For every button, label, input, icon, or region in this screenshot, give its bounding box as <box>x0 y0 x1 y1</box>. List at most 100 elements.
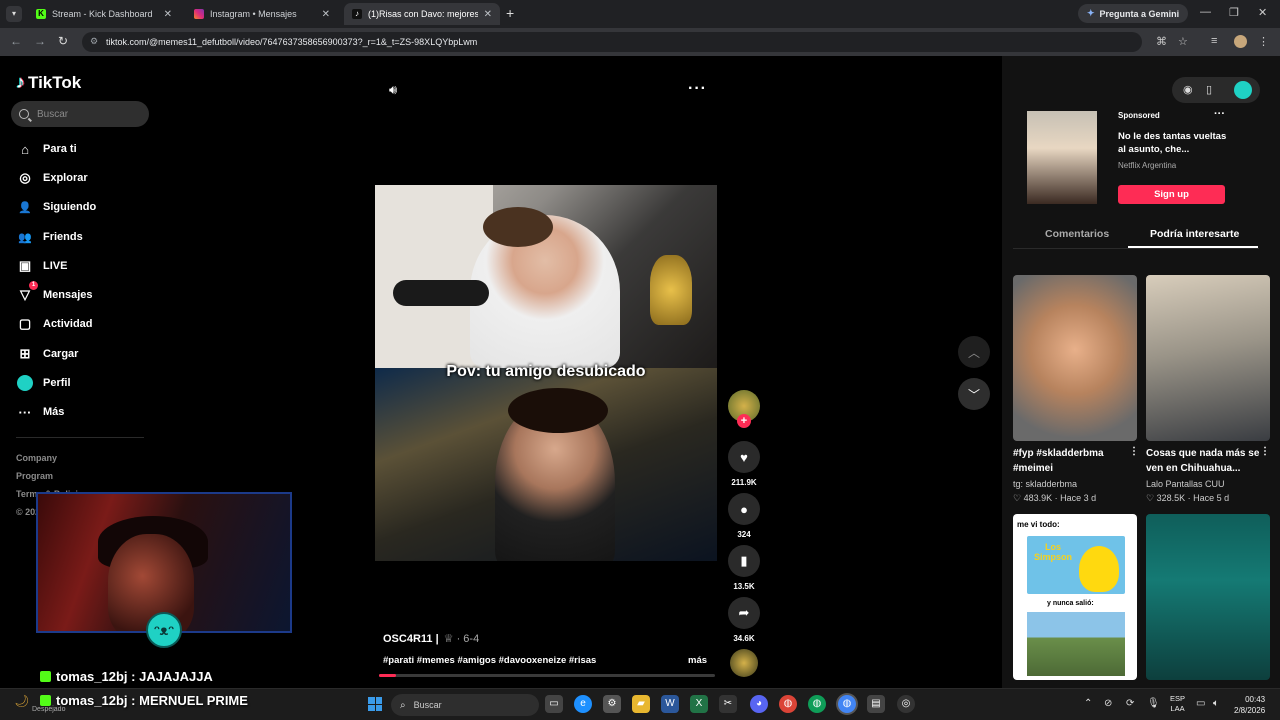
ad-menu-icon[interactable]: ··· <box>1214 108 1225 120</box>
tray-network-off-icon[interactable]: ⊘ <box>1104 698 1112 709</box>
obs-icon[interactable]: ◎ <box>897 695 915 713</box>
card-title[interactable]: #fyp #skladderbma #meimei <box>1013 446 1131 476</box>
close-tab-icon[interactable]: ✕ <box>484 9 492 20</box>
close-tab-icon[interactable]: ✕ <box>322 9 330 20</box>
store-icon[interactable]: ▤ <box>867 695 885 713</box>
tray-volume-icon[interactable]: 🔈︎ <box>1213 698 1219 709</box>
taskbar-search[interactable]: ⌕ Buscar <box>391 694 539 716</box>
simpsons-image: Los Simpson <box>1027 536 1125 594</box>
comment-button[interactable]: ● 324 <box>726 493 762 539</box>
close-tab-icon[interactable]: ✕ <box>164 9 172 20</box>
sidebar-item-perfil[interactable]: Perfil <box>16 373 71 393</box>
browser-profile-avatar[interactable] <box>1234 35 1247 48</box>
card-author[interactable]: Lalo Pantallas CUU <box>1146 479 1225 489</box>
ad-title[interactable]: No le des tantas vueltas al asunto, che.… <box>1118 130 1228 156</box>
sidebar-item-live[interactable]: ▣ LIVE <box>16 256 68 276</box>
tray-mic-icon[interactable]: 🎙︎ <box>1147 698 1160 709</box>
video-card-thumbnail[interactable] <box>1013 275 1137 441</box>
file-explorer-icon[interactable]: ▰ <box>632 695 650 713</box>
footer-link-company[interactable]: Company <box>16 449 88 467</box>
chrome-active-icon[interactable]: ◍ <box>838 695 856 713</box>
user-avatar[interactable] <box>1234 81 1252 99</box>
address-bar[interactable]: ⚙ tiktok.com/@memes11_defutboll/video/76… <box>82 32 1142 52</box>
chrome-icon[interactable]: ◍ <box>808 695 826 713</box>
ad-thumbnail[interactable] <box>1027 111 1097 204</box>
card-menu-icon[interactable]: ⋮ <box>1260 446 1270 457</box>
sidebar-item-cargar[interactable]: ⊞ Cargar <box>16 344 79 364</box>
sidebar-item-label: Actividad <box>43 318 93 330</box>
tab-kick[interactable]: K Stream - Kick Dashboard ✕ <box>28 3 180 25</box>
heart-icon: ♥ <box>728 441 760 473</box>
footer-link-program[interactable]: Program <box>16 467 88 485</box>
forward-icon[interactable]: → <box>34 34 46 48</box>
music-disc-icon[interactable] <box>730 649 758 677</box>
video-author[interactable]: OSC4R11 | ♕ · 6-4 <box>383 632 479 646</box>
sidebar-item-actividad[interactable]: ▢ Actividad <box>16 314 93 334</box>
share-button[interactable]: ➦ 34.6K <box>726 597 762 643</box>
excel-icon[interactable]: X <box>690 695 708 713</box>
more-button[interactable]: más <box>688 655 707 666</box>
save-button[interactable]: ▮ 13.5K <box>726 545 762 591</box>
sidebar-item-label: Más <box>43 406 65 418</box>
card-menu-icon[interactable]: ⋮ <box>1129 446 1139 457</box>
search-input[interactable]: Buscar <box>11 101 149 127</box>
tray-chevron-icon[interactable]: ⌃ <box>1084 698 1092 709</box>
tray-display-icon[interactable]: ▭ <box>1196 698 1205 709</box>
translate-icon[interactable]: ⌘ <box>1156 35 1167 48</box>
tab-tiktok[interactable]: ♪ (1)Risas con Davo: mejores mem ✕ <box>344 3 500 25</box>
minimize-icon[interactable]: — <box>1200 6 1211 18</box>
back-icon[interactable]: ← <box>10 34 22 48</box>
coin-icon[interactable]: ◉ <box>1183 83 1193 96</box>
signup-button[interactable]: Sign up <box>1118 185 1225 204</box>
capture-icon[interactable]: ✂ <box>719 695 737 713</box>
bookmark-star-icon[interactable]: ☆ <box>1178 35 1188 48</box>
video-player[interactable]: Pov: tu amigo desubicado <box>375 185 717 561</box>
author-name[interactable]: OSC4R11 | <box>383 633 439 645</box>
taskbar-clock[interactable]: 00:43 2/8/2026 <box>1234 694 1265 716</box>
new-tab-icon[interactable]: + <box>506 5 514 21</box>
previous-video-button[interactable]: ︿ <box>958 336 990 368</box>
tiktok-logo[interactable]: ♪ TikTok <box>16 72 81 93</box>
edge-icon[interactable]: e <box>574 695 592 713</box>
profile-avatar-icon <box>16 374 34 392</box>
sidebar-item-para-ti[interactable]: ⌂ Para ti <box>16 139 77 159</box>
task-view-icon[interactable]: ▭ <box>545 695 563 713</box>
media-controls-icon[interactable]: ≡ <box>1211 35 1217 47</box>
keyboard-language[interactable]: ESP LAA <box>1170 694 1185 714</box>
tab-instagram[interactable]: Instagram • Mensajes ✕ <box>186 3 338 25</box>
sidebar-item-explorar[interactable]: ◎ Explorar <box>16 168 87 188</box>
video-card-thumbnail[interactable] <box>1146 514 1270 680</box>
word-icon[interactable]: W <box>661 695 679 713</box>
volume-icon[interactable]: 🔊︎ <box>389 82 397 98</box>
sidebar-item-mas[interactable]: ··· Más <box>16 402 65 422</box>
settings-gear-icon[interactable]: ⚙ <box>603 695 621 713</box>
video-card-thumbnail[interactable] <box>1146 275 1270 441</box>
browser-menu-icon[interactable]: ⋮ <box>1258 35 1269 48</box>
follow-plus-icon[interactable]: + <box>737 414 751 428</box>
tab-comentarios[interactable]: Comentarios <box>1045 228 1109 240</box>
close-window-icon[interactable]: ✕ <box>1258 6 1267 19</box>
chrome-profile-icon[interactable]: ◍ <box>779 695 797 713</box>
video-card-thumbnail[interactable]: me vi todo: Los Simpson y nunca salió: <box>1013 514 1137 680</box>
device-icon[interactable]: ▯ <box>1206 83 1212 96</box>
sidebar-item-siguiendo[interactable]: 👤 Siguiendo <box>16 197 96 217</box>
card-author[interactable]: tg: skladderbma <box>1013 479 1077 489</box>
discord-icon[interactable]: ◕ <box>750 695 768 713</box>
tab-search-dropdown-icon[interactable]: ▾ <box>6 6 22 22</box>
gemini-button[interactable]: ✦ Pregunta a Gemini <box>1078 4 1189 23</box>
weather-moon-icon[interactable]: 🌙︎ <box>14 694 29 708</box>
like-button[interactable]: ♥ 211.9K <box>726 441 762 487</box>
site-info-icon[interactable]: ⚙ <box>90 36 98 47</box>
sidebar-item-friends[interactable]: 👥 Friends <box>16 227 83 247</box>
maximize-icon[interactable]: ❐ <box>1229 6 1239 19</box>
video-options-icon[interactable]: ··· <box>688 80 707 98</box>
video-progress-bar[interactable] <box>379 674 715 677</box>
tray-sync-icon[interactable]: ⟳ <box>1126 698 1134 709</box>
reload-icon[interactable]: ↻ <box>58 34 68 48</box>
next-video-button[interactable]: ﹀ <box>958 378 990 410</box>
tab-podria-interesarte[interactable]: Podría interesarte <box>1150 228 1239 240</box>
windows-start-icon[interactable] <box>368 697 382 711</box>
card-title[interactable]: Cosas que nada más se ven en Chihuahua..… <box>1146 446 1264 476</box>
video-hashtags[interactable]: #parati #memes #amigos #davooxeneize #ri… <box>383 655 596 666</box>
sidebar-item-mensajes[interactable]: ▽ 1 Mensajes <box>16 281 93 305</box>
